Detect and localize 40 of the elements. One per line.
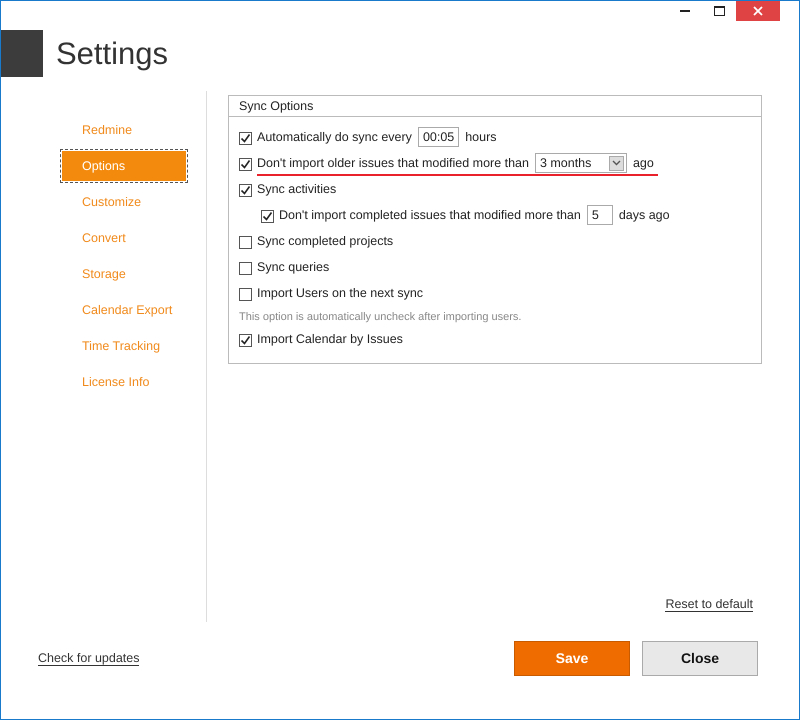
option-label: Automatically do sync every <box>257 130 412 144</box>
group-title: Sync Options <box>229 96 761 117</box>
checkbox[interactable] <box>239 236 252 248</box>
sidebar-item[interactable]: Options <box>62 151 186 181</box>
dropdown[interactable]: 3 months <box>534 153 627 173</box>
sidebar-item[interactable]: Customize <box>62 187 186 217</box>
update-link[interactable]: Check for updates <box>38 650 140 666</box>
close-button[interactable]: Close <box>642 640 758 676</box>
checkbox[interactable] <box>239 132 252 144</box>
unit-label: hours <box>465 130 496 144</box>
reset-link[interactable]: Reset to default <box>665 597 753 612</box>
sidebar-item[interactable]: Redmine <box>62 115 186 145</box>
checkbox[interactable] <box>239 262 252 274</box>
sidebar-item[interactable]: Calendar Export <box>62 295 186 325</box>
chevron-down-icon <box>608 156 624 170</box>
hint-text: This option is automatically uncheck after importing users. <box>239 310 522 325</box>
sidebar-item[interactable]: Storage <box>62 259 186 289</box>
checkbox[interactable] <box>239 334 252 346</box>
close-icon[interactable] <box>736 1 780 21</box>
window-title: Settings <box>56 36 168 72</box>
input-field[interactable]: 5 <box>586 205 613 225</box>
option-label: Import Calendar by Issues <box>257 332 403 346</box>
unit-label: days ago <box>618 208 670 222</box>
sidebar-item[interactable]: Time Tracking <box>62 331 186 361</box>
save-button[interactable]: Save <box>514 640 630 676</box>
option-label: Import Users on the next sync <box>257 286 424 300</box>
option-label: Don't import older issues that modified more than <box>257 156 529 170</box>
option-label: Sync completed projects <box>257 234 394 248</box>
unit-label: ago <box>632 156 654 170</box>
checkbox[interactable] <box>239 184 252 196</box>
option-label: Sync activities <box>257 182 336 196</box>
sidebar-item[interactable]: Convert <box>62 223 186 253</box>
checkbox[interactable] <box>239 288 252 300</box>
option-label: Don't import completed issues that modified more than <box>279 208 581 222</box>
checkbox[interactable] <box>239 158 252 170</box>
sidebar-item[interactable]: License Info <box>62 367 186 397</box>
checkbox[interactable] <box>261 210 274 222</box>
logo-block <box>1 30 43 77</box>
option-label: Sync queries <box>257 260 330 274</box>
input-field[interactable]: 00:05 <box>418 127 460 147</box>
